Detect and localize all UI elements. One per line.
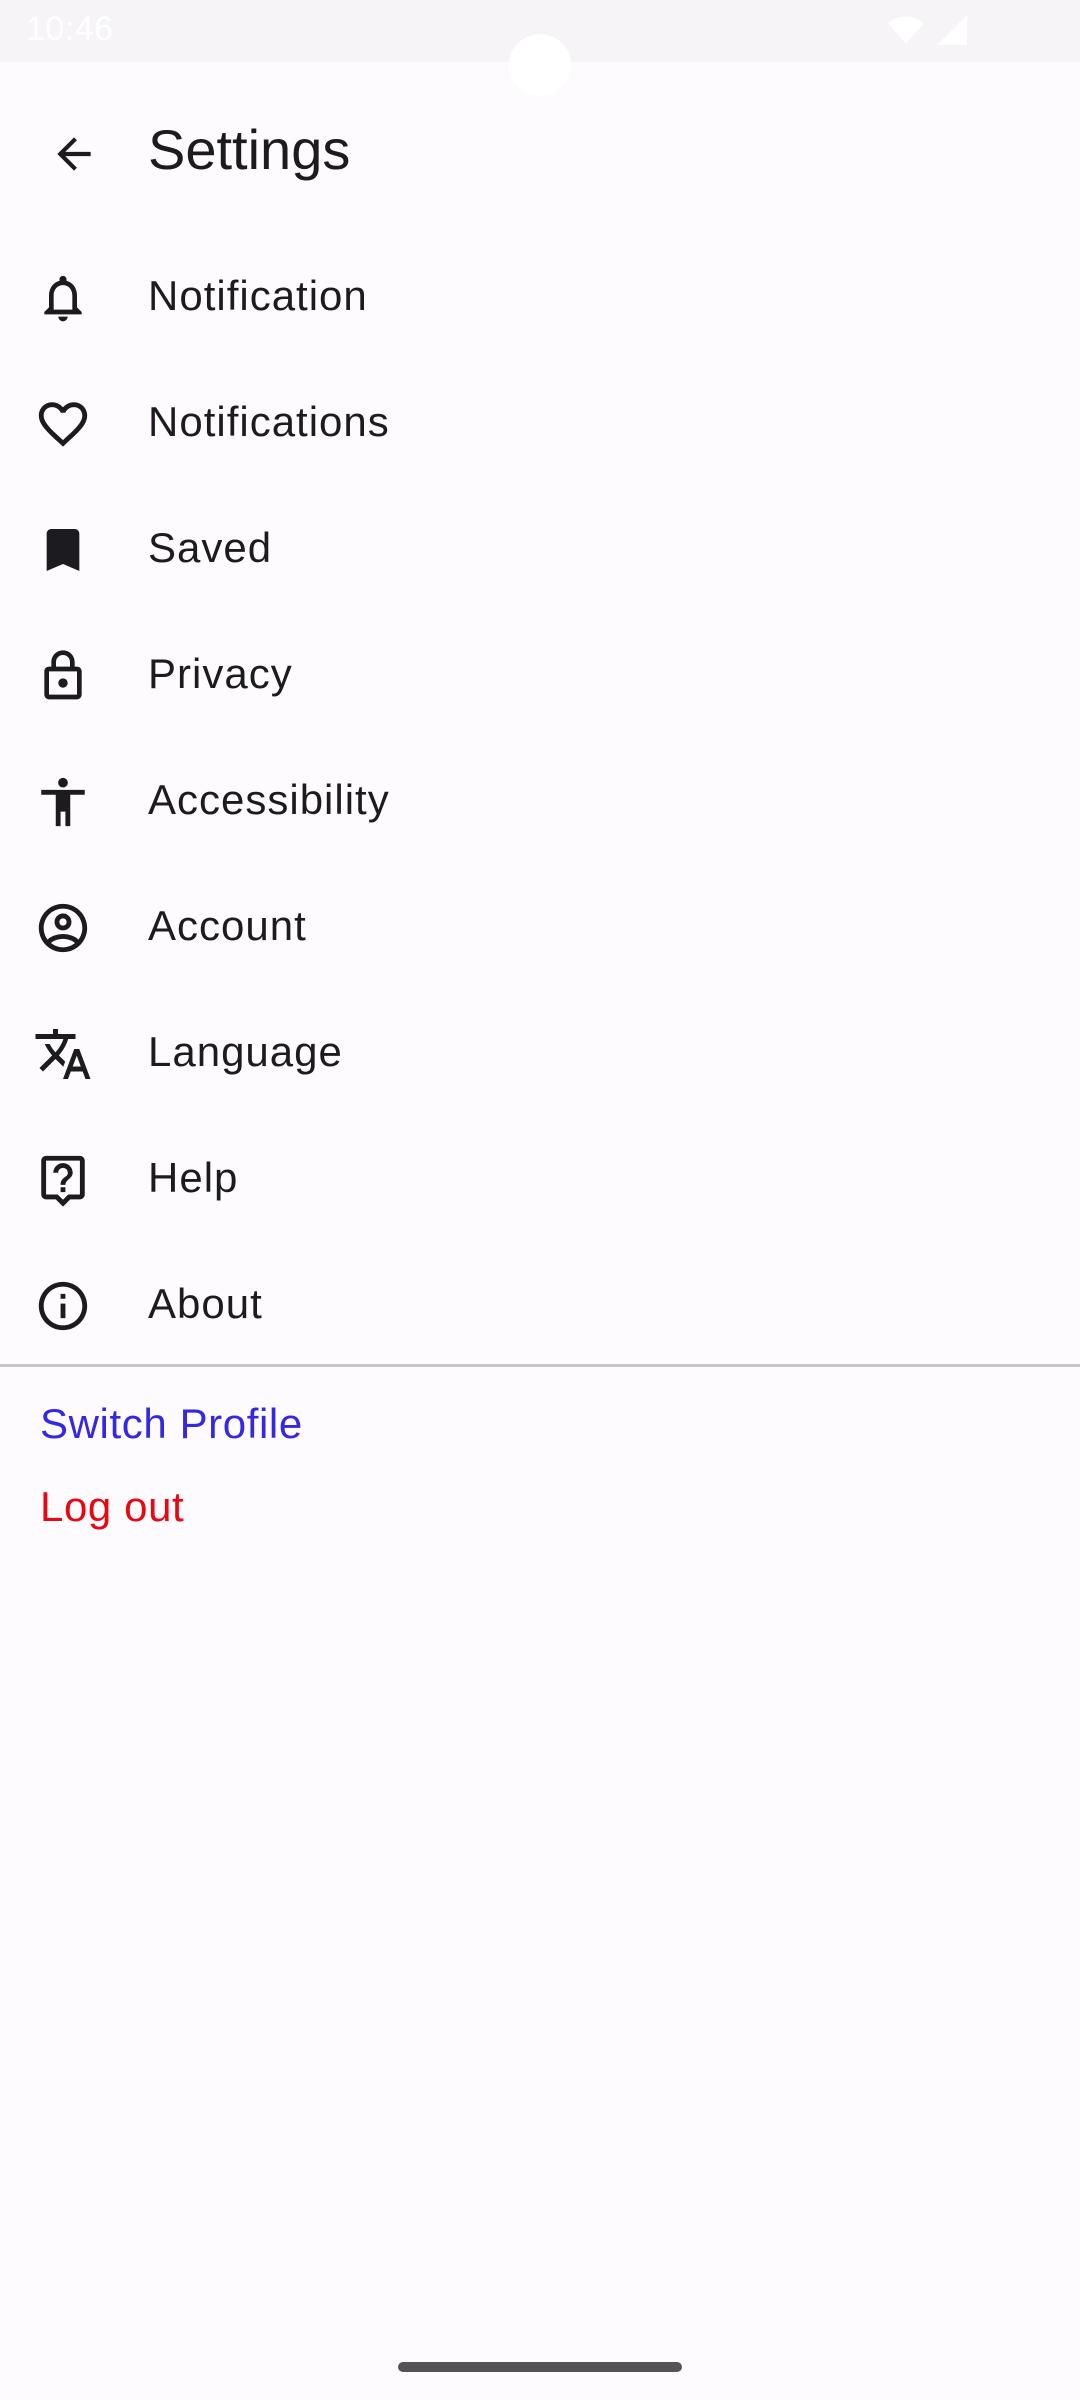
app-bar: Settings bbox=[0, 62, 1080, 232]
arrow-back-icon bbox=[49, 129, 99, 179]
signal-icon bbox=[934, 12, 970, 48]
settings-item-label: Account bbox=[148, 902, 307, 949]
settings-item-account[interactable]: Account bbox=[0, 862, 1080, 988]
wifi-icon bbox=[886, 12, 926, 48]
accessibility-icon bbox=[30, 769, 96, 835]
settings-item-label: Accessibility bbox=[148, 776, 390, 823]
divider bbox=[0, 1364, 1080, 1367]
settings-item-label: Help bbox=[148, 1154, 239, 1201]
info-icon bbox=[30, 1273, 96, 1339]
settings-item-notification[interactable]: Notification bbox=[0, 232, 1080, 358]
settings-item-label: About bbox=[148, 1280, 263, 1327]
settings-list: Notification Notifications Saved Privacy… bbox=[0, 232, 1080, 1366]
settings-item-language[interactable]: Language bbox=[0, 988, 1080, 1114]
settings-item-notifications[interactable]: Notifications bbox=[0, 358, 1080, 484]
switch-profile-button[interactable]: Switch Profile bbox=[40, 1398, 303, 1450]
log-out-button[interactable]: Log out bbox=[40, 1481, 184, 1533]
settings-item-privacy[interactable]: Privacy bbox=[0, 610, 1080, 736]
heart-icon bbox=[30, 391, 96, 457]
settings-item-label: Saved bbox=[148, 524, 273, 571]
bell-icon bbox=[30, 265, 96, 331]
status-icons bbox=[886, 12, 970, 48]
settings-item-saved[interactable]: Saved bbox=[0, 484, 1080, 610]
settings-item-label: Privacy bbox=[148, 650, 293, 697]
help-icon bbox=[30, 1147, 96, 1213]
status-time: 10:46 bbox=[26, 10, 114, 48]
settings-item-label: Notification bbox=[148, 272, 368, 319]
settings-item-label: Language bbox=[148, 1028, 343, 1075]
settings-item-about[interactable]: About bbox=[0, 1240, 1080, 1366]
settings-item-label: Notifications bbox=[148, 398, 390, 445]
page-title: Settings bbox=[148, 118, 351, 181]
translate-icon bbox=[30, 1021, 96, 1087]
home-indicator[interactable] bbox=[398, 2362, 682, 2372]
settings-item-accessibility[interactable]: Accessibility bbox=[0, 736, 1080, 862]
lock-icon bbox=[30, 643, 96, 709]
bookmark-icon bbox=[30, 517, 96, 583]
back-button[interactable] bbox=[32, 112, 116, 196]
account-circle-icon bbox=[30, 895, 96, 961]
settings-item-help[interactable]: Help bbox=[0, 1114, 1080, 1240]
